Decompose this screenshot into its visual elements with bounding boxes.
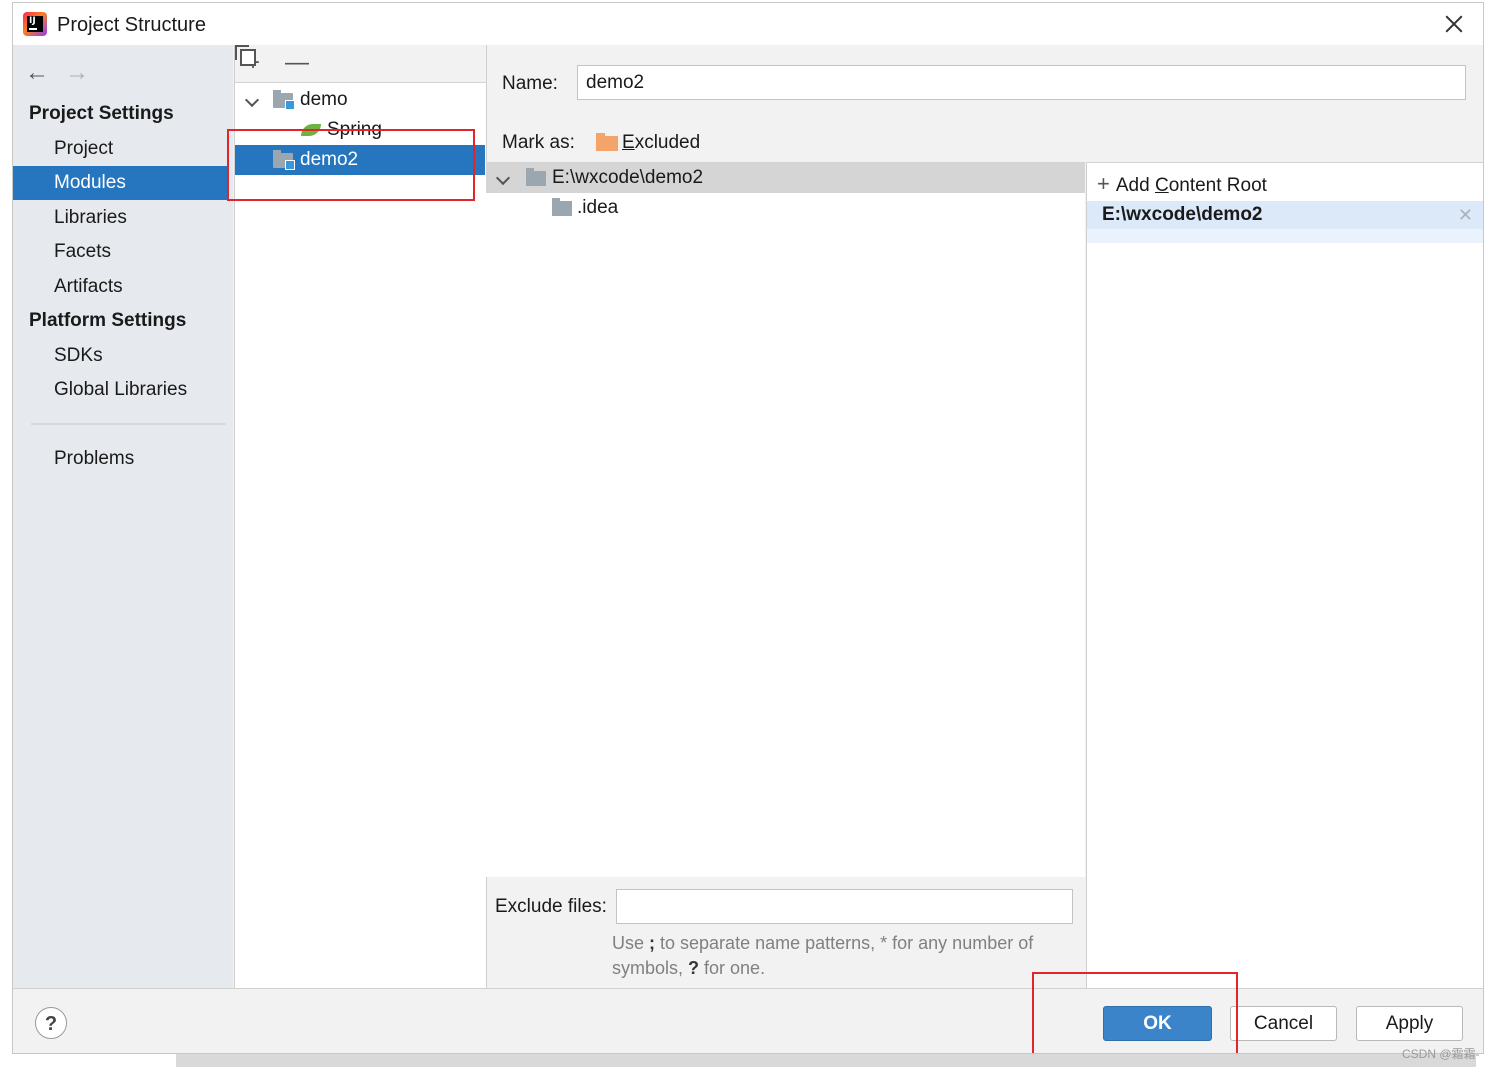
content-tree-idea[interactable]: .idea <box>486 193 1085 223</box>
add-icon: + <box>1097 171 1110 196</box>
sidebar-divider <box>31 423 226 425</box>
copy-icon[interactable] <box>235 45 253 63</box>
exclude-files-label: Exclude files: <box>495 896 607 917</box>
window-title: Project Structure <box>57 14 206 36</box>
apply-button[interactable]: Apply <box>1356 1006 1463 1041</box>
chevron-down-icon[interactable] <box>244 92 260 108</box>
help-icon[interactable]: ? <box>35 1007 67 1039</box>
settings-sidebar: ← → Project Settings Project Modules Lib… <box>13 45 233 989</box>
module-label: demo <box>300 89 348 110</box>
window-shadow <box>176 1054 1476 1067</box>
content-root-label: ontent Root <box>1168 175 1267 196</box>
folder-icon <box>526 168 546 186</box>
close-icon[interactable] <box>1441 11 1467 37</box>
modules-toolbar: + — <box>235 45 486 83</box>
watermark: CSDN @霜霜- <box>1402 1047 1480 1061</box>
exclude-files-hint: Use ; to separate name patterns, * for a… <box>612 931 1082 981</box>
content-root-entry[interactable]: E:\wxcode\demo2 ✕ <box>1087 201 1483 229</box>
hint-text: to separate name patterns, * for any num… <box>612 933 1034 978</box>
remove-root-icon[interactable]: ✕ <box>1458 201 1473 229</box>
exclude-files-input[interactable] <box>616 889 1073 924</box>
add-content-root-button[interactable]: + Add Content Root <box>1097 171 1267 197</box>
platform-settings-heading: Platform Settings <box>29 310 187 331</box>
content-root-details <box>1087 229 1483 243</box>
folder-icon <box>552 198 572 216</box>
sidebar-item-global-libraries[interactable]: Global Libraries <box>13 373 227 407</box>
cancel-button[interactable]: Cancel <box>1230 1006 1337 1041</box>
sidebar-item-problems[interactable]: Problems <box>13 442 227 476</box>
project-structure-dialog: IJ Project Structure ← → Project Setting… <box>12 2 1484 1054</box>
sidebar-item-sdks[interactable]: SDKs <box>13 339 227 373</box>
sidebar-item-project[interactable]: Project <box>13 132 227 166</box>
forward-arrow-icon[interactable]: → <box>65 59 89 87</box>
excluded-label: xcluded <box>634 132 701 153</box>
sidebar-item-libraries[interactable]: Libraries <box>13 201 227 235</box>
add-label: Add <box>1115 175 1155 196</box>
module-name-input[interactable] <box>577 65 1466 100</box>
chevron-down-icon[interactable] <box>495 170 511 186</box>
back-arrow-icon[interactable]: ← <box>25 59 49 87</box>
hint-text: for one. <box>699 958 766 978</box>
excluded-folder-icon[interactable] <box>596 133 618 151</box>
hint-wildcard: ? <box>688 958 700 978</box>
project-settings-heading: Project Settings <box>29 103 174 124</box>
intellij-logo-icon: IJ <box>23 12 47 36</box>
content-root-tree: E:\wxcode\demo2 .idea <box>486 162 1085 877</box>
mark-as-label: Mark as: <box>502 132 575 153</box>
name-label: Name: <box>502 73 558 94</box>
content-tree-root[interactable]: E:\wxcode\demo2 <box>486 163 1085 193</box>
content-roots-panel: + Add Content Root E:\wxcode\demo2 ✕ <box>1086 162 1483 989</box>
sidebar-item-facets[interactable]: Facets <box>13 235 227 269</box>
content-root-label: E:\wxcode\demo2 <box>552 167 704 188</box>
highlight-box-module <box>227 129 475 201</box>
mnemonic-letter: C <box>1154 175 1169 196</box>
mnemonic-letter: E <box>622 132 635 153</box>
remove-icon[interactable]: — <box>285 49 309 77</box>
module-folder-icon <box>273 90 295 110</box>
footer-divider <box>13 988 1483 989</box>
title-bar: IJ Project Structure <box>13 3 1483 45</box>
highlight-box-ok <box>1032 972 1238 1053</box>
excluded-mark-button[interactable]: Excluded <box>622 132 700 154</box>
sidebar-item-artifacts[interactable]: Artifacts <box>13 270 227 304</box>
folder-label: .idea <box>577 197 619 218</box>
hint-text: Use <box>612 933 650 953</box>
content-root-path: E:\wxcode\demo2 <box>1102 204 1263 225</box>
module-tree-item-demo[interactable]: demo <box>235 85 485 115</box>
sidebar-item-modules[interactable]: Modules <box>13 166 227 200</box>
